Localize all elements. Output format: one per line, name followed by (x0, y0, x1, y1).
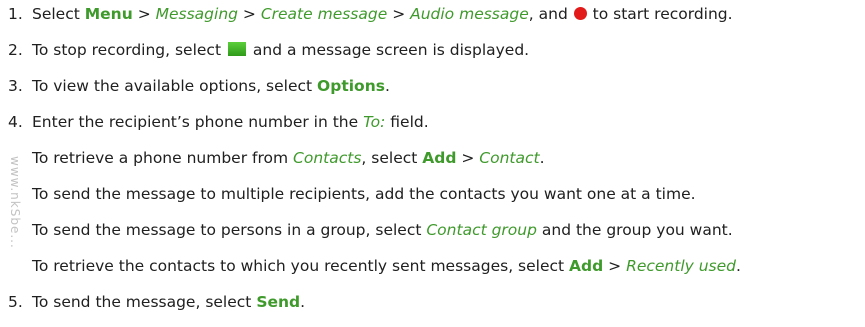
step-text: To send the message, select Send. (32, 293, 306, 311)
create-message-path: Create message (260, 5, 388, 23)
add-key: Add (569, 257, 604, 275)
step-text: To view the available options, select Op… (32, 77, 390, 95)
substep-text: To send the message to persons in a grou… (32, 221, 733, 239)
stop-icon (227, 42, 246, 56)
substep-text: To send the message to multiple recipien… (32, 185, 696, 203)
send-key: Send (256, 293, 301, 311)
recently-used-path: Recently used (626, 257, 737, 275)
messaging-path: Messaging (155, 5, 238, 23)
to-field-label: To: (363, 113, 386, 131)
substep-text: To retrieve the contacts to which you re… (32, 257, 741, 275)
contact-group-path: Contact group (426, 221, 537, 239)
step-text: Select Menu > Messaging > Create message… (32, 5, 733, 23)
instructions-document: www.nkSbe... 1. Select Menu > Messaging … (0, 0, 865, 327)
record-icon (573, 7, 587, 20)
options-key: Options (317, 77, 385, 95)
step-text: Enter the recipient’s phone number in th… (32, 113, 429, 131)
menu-key: Menu (84, 5, 133, 23)
substep-text: To retrieve a phone number from Contacts… (32, 149, 545, 167)
contacts-path: Contacts (293, 149, 362, 167)
step-number: 3. (8, 77, 23, 95)
step-text: To stop recording, select and a message … (32, 41, 530, 59)
audio-message-path: Audio message (410, 5, 529, 23)
contact-path: Contact (479, 149, 540, 167)
step-number: 2. (8, 41, 23, 59)
add-key: Add (422, 149, 457, 167)
step-number: 1. (8, 5, 23, 23)
step-number: 4. (8, 113, 23, 131)
step-number: 5. (8, 293, 23, 311)
